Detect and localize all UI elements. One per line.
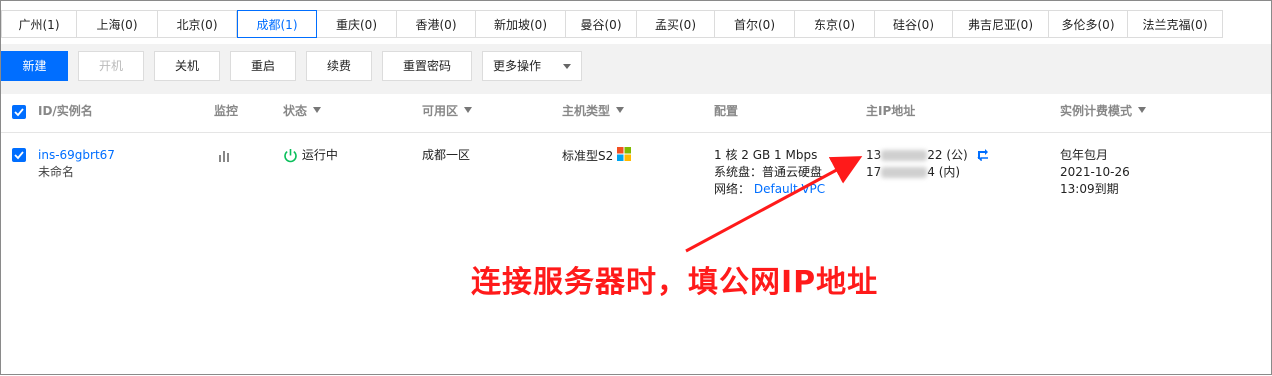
annotation-arrow [685, 156, 863, 253]
console-frame: 广州(1) 上海(0) 北京(0) 成都(1) 重庆(0) 香港(0) 新加坡(0) 曼谷(0… [0, 0, 1272, 375]
annotation-note: 连接服务器时，填公网IP地址 [471, 265, 879, 300]
